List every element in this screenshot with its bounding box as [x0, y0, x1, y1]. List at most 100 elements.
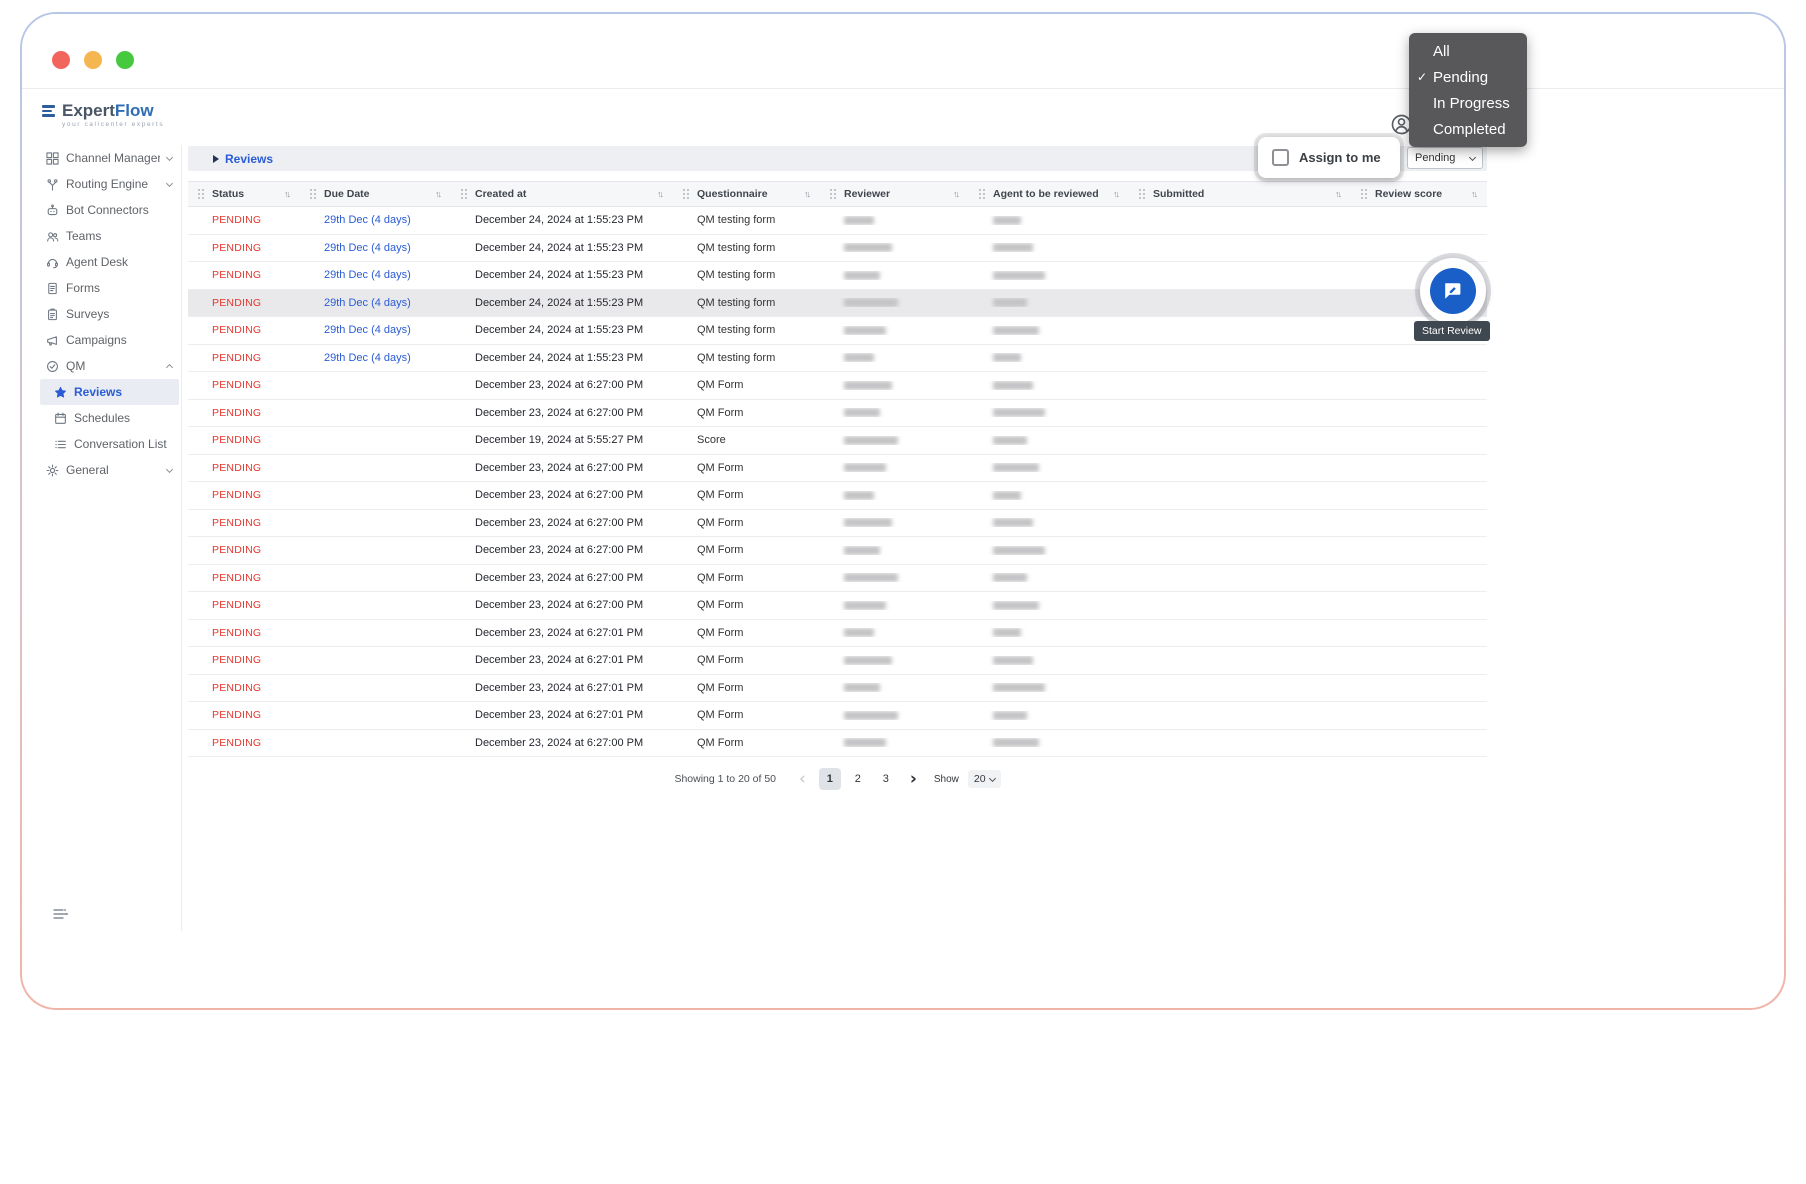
due-date-link[interactable]: 29th Dec (4 days) — [324, 297, 411, 309]
table-row[interactable]: PENDING December 23, 2024 at 6:27:00 PM QM… — [188, 454, 1487, 482]
drag-handle-icon[interactable] — [979, 188, 986, 200]
sort-icon[interactable]: ↑↓ — [1113, 189, 1120, 199]
drag-handle-icon[interactable] — [1361, 188, 1368, 200]
page-button-3[interactable]: 3 — [875, 768, 897, 790]
column-header-due-date[interactable]: Due Date ↑↓ — [300, 182, 451, 206]
traffic-light-close[interactable] — [52, 51, 70, 69]
column-header-reviewer[interactable]: Reviewer ↑↓ — [820, 182, 969, 206]
column-header-submitted[interactable]: Submitted ↑↓ — [1129, 182, 1351, 206]
start-review-button[interactable] — [1430, 268, 1476, 314]
campaigns-icon — [45, 334, 59, 347]
table-row[interactable]: PENDING December 23, 2024 at 6:27:00 PM QM… — [188, 729, 1487, 757]
table-row[interactable]: PENDING December 23, 2024 at 6:27:00 PM QM… — [188, 564, 1487, 592]
drag-handle-icon[interactable] — [683, 188, 690, 200]
menu-option-completed[interactable]: Completed — [1409, 116, 1527, 142]
sidebar-item-label: Teams — [66, 229, 102, 243]
sidebar-item-qm[interactable]: QM — [40, 353, 179, 379]
column-header-review-score[interactable]: Review score ↑↓ — [1351, 182, 1487, 206]
sort-icon[interactable]: ↑↓ — [435, 189, 442, 199]
table-row[interactable]: PENDING 29th Dec (4 days) December 24, 202… — [188, 317, 1487, 345]
column-header-questionnaire[interactable]: Questionnaire ↑↓ — [673, 182, 820, 206]
due-date-link[interactable]: 29th Dec (4 days) — [324, 324, 411, 336]
sort-icon[interactable]: ↑↓ — [657, 189, 664, 199]
menu-option-label: Pending — [1433, 68, 1489, 86]
page-size-select[interactable]: 20 — [967, 770, 1001, 788]
sort-icon[interactable]: ↑↓ — [1335, 189, 1342, 199]
sidebar-item-forms[interactable]: Forms — [40, 275, 179, 301]
table-row[interactable]: PENDING December 23, 2024 at 6:27:00 PM QM… — [188, 482, 1487, 510]
sidebar-item-surveys[interactable]: Surveys — [40, 301, 179, 327]
created-at-cell: December 23, 2024 at 6:27:01 PM — [475, 626, 644, 639]
table-row[interactable]: PENDING 29th Dec (4 days) December 24, 202… — [188, 344, 1487, 372]
menu-option-all[interactable]: All — [1409, 38, 1527, 64]
reviewer-cell — [820, 325, 969, 335]
sidebar-item-teams[interactable]: Teams — [40, 223, 179, 249]
table-row[interactable]: PENDING 29th Dec (4 days) December 24, 202… — [188, 207, 1487, 235]
sort-icon[interactable]: ↑↓ — [1471, 189, 1478, 199]
reviewer-cell — [820, 683, 969, 693]
assign-to-me-checkbox[interactable] — [1272, 149, 1289, 166]
drag-handle-icon[interactable] — [310, 188, 317, 200]
column-label: Reviewer — [844, 188, 891, 200]
table-row[interactable]: PENDING December 23, 2024 at 6:27:00 PM QM… — [188, 509, 1487, 537]
menu-option-in-progress[interactable]: In Progress — [1409, 90, 1527, 116]
table-row[interactable]: PENDING December 23, 2024 at 6:27:01 PM QM… — [188, 647, 1487, 675]
sidebar-item-reviews[interactable]: Reviews — [40, 379, 179, 405]
sidebar-item-routing-engine[interactable]: Routing Engine — [40, 171, 179, 197]
menu-option-pending[interactable]: ✓ Pending — [1409, 64, 1527, 90]
table-row[interactable]: PENDING 29th Dec (4 days) December 24, 202… — [188, 262, 1487, 290]
table-row[interactable]: PENDING December 23, 2024 at 6:27:00 PM QM… — [188, 537, 1487, 565]
sidebar-item-label: Agent Desk — [66, 255, 129, 269]
redacted-reviewer-text — [844, 325, 886, 335]
sidebar-collapse-icon[interactable] — [52, 906, 68, 922]
drag-handle-icon[interactable] — [1139, 188, 1146, 200]
sort-icon[interactable]: ↑↓ — [284, 189, 291, 199]
column-label: Submitted — [1153, 188, 1205, 200]
sidebar-item-bot-connectors[interactable]: Bot Connectors — [40, 197, 179, 223]
column-header-agent-to-be-reviewed[interactable]: Agent to be reviewed ↑↓ — [969, 182, 1129, 206]
table-row[interactable]: PENDING December 19, 2024 at 5:55:27 PM Sc… — [188, 427, 1487, 455]
questionnaire-cell: QM testing form — [697, 214, 776, 227]
due-date-cell: 29th Dec (4 days) — [300, 269, 451, 281]
table-row[interactable]: PENDING December 23, 2024 at 6:27:00 PM QM… — [188, 372, 1487, 400]
next-page-icon[interactable]: › — [906, 770, 921, 788]
sidebar-item-campaigns[interactable]: Campaigns — [40, 327, 179, 353]
table-row[interactable]: PENDING December 23, 2024 at 6:27:01 PM QM… — [188, 674, 1487, 702]
due-date-link[interactable]: 29th Dec (4 days) — [324, 269, 411, 281]
drag-handle-icon[interactable] — [461, 188, 468, 200]
due-date-link[interactable]: 29th Dec (4 days) — [324, 242, 411, 254]
sort-icon[interactable]: ↑↓ — [953, 189, 960, 199]
drag-handle-icon[interactable] — [830, 188, 837, 200]
due-date-link[interactable]: 29th Dec (4 days) — [324, 214, 411, 226]
column-label: Review score — [1375, 188, 1443, 200]
traffic-light-zoom[interactable] — [116, 51, 134, 69]
sidebar-item-channel-manager[interactable]: Channel Manager — [40, 145, 179, 171]
table-row[interactable]: PENDING December 23, 2024 at 6:27:00 PM QM… — [188, 399, 1487, 427]
due-date-link[interactable]: 29th Dec (4 days) — [324, 352, 411, 364]
page-button-1[interactable]: 1 — [818, 768, 841, 790]
table-row[interactable]: PENDING December 23, 2024 at 6:27:00 PM QM… — [188, 592, 1487, 620]
sidebar-item-conversation-list[interactable]: Conversation List — [40, 431, 179, 457]
sidebar-item-general[interactable]: General — [40, 457, 179, 483]
breadcrumb-reviews-link[interactable]: Reviews — [225, 152, 273, 166]
column-header-created-at[interactable]: Created at ↑↓ — [451, 182, 673, 206]
traffic-light-minimize[interactable] — [84, 51, 102, 69]
reviewer-cell — [820, 298, 969, 308]
questionnaire-cell: QM Form — [697, 516, 744, 529]
redacted-reviewer-text — [844, 710, 898, 720]
table-row[interactable]: PENDING December 23, 2024 at 6:27:01 PM QM… — [188, 619, 1487, 647]
column-header-status[interactable]: Status ↑↓ — [188, 182, 300, 206]
status-filter-select[interactable]: Pending — [1407, 147, 1483, 169]
grid-icon — [45, 151, 59, 165]
created-at-cell: December 19, 2024 at 5:55:27 PM — [475, 434, 644, 447]
reviewer-cell — [820, 573, 969, 583]
table-row[interactable]: PENDING 29th Dec (4 days) December 24, 202… — [188, 234, 1487, 262]
previous-page-icon[interactable]: ‹ — [795, 770, 810, 788]
sidebar-item-agent-desk[interactable]: Agent Desk — [40, 249, 179, 275]
sort-icon[interactable]: ↑↓ — [804, 189, 811, 199]
table-row[interactable]: PENDING December 23, 2024 at 6:27:01 PM QM… — [188, 702, 1487, 730]
sidebar-item-schedules[interactable]: Schedules — [40, 405, 179, 431]
page-button-2[interactable]: 2 — [847, 768, 869, 790]
drag-handle-icon[interactable] — [198, 188, 205, 200]
table-row[interactable]: PENDING 29th Dec (4 days) December 24, 202… — [188, 289, 1487, 317]
